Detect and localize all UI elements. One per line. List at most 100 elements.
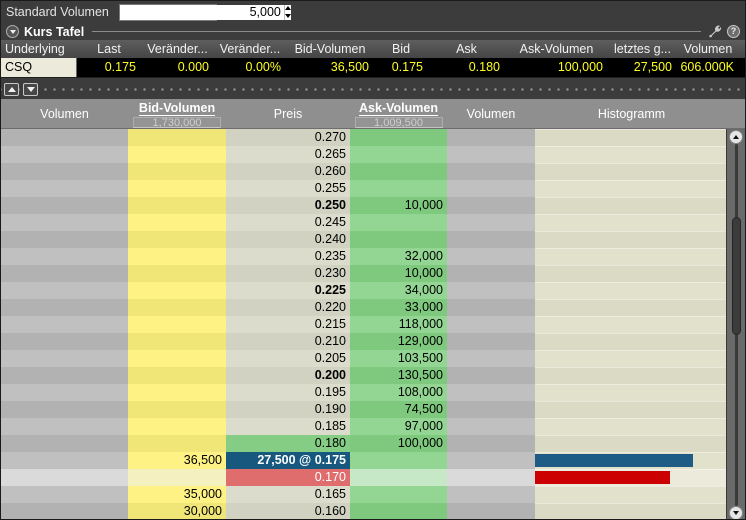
- ladder-price-cell[interactable]: 0.265: [226, 146, 350, 163]
- ladder-bid-volume-cell[interactable]: 36,500: [128, 452, 226, 469]
- ladder-bid-volume-cell[interactable]: [128, 163, 226, 180]
- ladder-ask-volume-cell[interactable]: 100,000: [350, 435, 447, 452]
- ladder-ask-volume-cell[interactable]: [350, 486, 447, 503]
- ladder-bid-volume-cell[interactable]: [128, 384, 226, 401]
- ladder-price-cell[interactable]: 0.195: [226, 384, 350, 401]
- ladder-ask-volume-cell[interactable]: [350, 452, 447, 469]
- ladder-ask-volume-cell[interactable]: 34,000: [350, 282, 447, 299]
- ladder-bid-volume-cell[interactable]: [128, 350, 226, 367]
- splitter-collapse-down-button[interactable]: [23, 83, 38, 96]
- ladder-ask-volume-cell[interactable]: [350, 163, 447, 180]
- ladder-ask-volume-cell[interactable]: 129,000: [350, 333, 447, 350]
- ladder-price-cell[interactable]: 0.240: [226, 231, 350, 248]
- splitter-bar[interactable]: [1, 80, 745, 99]
- underlying-cell: CSQ: [1, 58, 77, 77]
- ladder-price-cell[interactable]: 0.185: [226, 418, 350, 435]
- ladder-ask-volume-cell[interactable]: 32,000: [350, 248, 447, 265]
- ladder-bid-volume-cell[interactable]: 35,000: [128, 486, 226, 503]
- ladder-price-cell[interactable]: 0.270: [226, 129, 350, 146]
- ladder-ask-volume-cell[interactable]: [350, 180, 447, 197]
- ladder-price-cell[interactable]: 0.255: [226, 180, 350, 197]
- tools-wrench-icon[interactable]: [707, 24, 722, 39]
- ladder-price-cell[interactable]: 0.190: [226, 401, 350, 418]
- ladder-price-cell[interactable]: 0.260: [226, 163, 350, 180]
- ladder-bid-volume-cell[interactable]: [128, 129, 226, 146]
- ladder-price-cell[interactable]: 0.235: [226, 248, 350, 265]
- ladder-ask-volume-cell[interactable]: [350, 146, 447, 163]
- bid-volume-cell: 36,500: [286, 58, 374, 77]
- ladder-bid-volume-cell[interactable]: [128, 418, 226, 435]
- ladder-price-cell[interactable]: 0.245: [226, 214, 350, 231]
- ladder-ask-volume-cell[interactable]: 10,000: [350, 197, 447, 214]
- ladder-bid-volume-cell[interactable]: [128, 469, 226, 486]
- ladder-volume-cell-right: [447, 367, 535, 384]
- ladder-ask-volume-cell[interactable]: [350, 214, 447, 231]
- scrollbar-thumb[interactable]: [732, 217, 741, 335]
- panel-title: Kurs Tafel: [24, 25, 84, 39]
- ladder-ask-volume-cell[interactable]: [350, 503, 447, 520]
- ladder-volume-cell: [1, 316, 128, 333]
- quote-header-bid: Bid: [374, 40, 428, 58]
- ladder-histogram-cell: [535, 282, 728, 299]
- ladder-bid-volume-cell[interactable]: [128, 435, 226, 452]
- ask-volume-total: 1,009,500: [355, 117, 443, 128]
- ladder-ask-volume-cell[interactable]: [350, 469, 447, 486]
- ladder-bid-volume-cell[interactable]: [128, 401, 226, 418]
- standard-volume-label: Standard Volumen: [6, 5, 109, 19]
- ladder-bid-volume-cell[interactable]: 30,000: [128, 503, 226, 520]
- ladder-price-cell[interactable]: 0.205: [226, 350, 350, 367]
- quote-header-change-pct: Veränder...: [214, 40, 286, 58]
- ladder-body: 0.2700.2650.2600.2550.25010,0000.2450.24…: [1, 129, 728, 520]
- ladder-ask-volume-cell[interactable]: 118,000: [350, 316, 447, 333]
- ladder-bid-volume-cell[interactable]: [128, 146, 226, 163]
- ladder-bid-volume-cell[interactable]: [128, 197, 226, 214]
- ladder-bid-volume-cell[interactable]: [128, 282, 226, 299]
- ladder-volume-cell: [1, 350, 128, 367]
- ladder-bid-volume-cell[interactable]: [128, 265, 226, 282]
- scroll-up-button[interactable]: [729, 130, 743, 144]
- ladder-price-cell[interactable]: 0.200: [226, 367, 350, 384]
- ladder-price-cell[interactable]: 0.215: [226, 316, 350, 333]
- ladder-price-cell[interactable]: 27,500 @ 0.175: [226, 452, 350, 469]
- last-size-cell: 27,500: [608, 58, 677, 77]
- ladder-ask-volume-cell[interactable]: 33,000: [350, 299, 447, 316]
- ladder-bid-volume-cell[interactable]: [128, 214, 226, 231]
- ladder-price-cell[interactable]: 0.250: [226, 197, 350, 214]
- ladder-price-cell[interactable]: 0.180: [226, 435, 350, 452]
- change-pct-cell: 0.00%: [214, 58, 286, 77]
- ladder-price-cell[interactable]: 0.225: [226, 282, 350, 299]
- ladder-ask-volume-cell[interactable]: 74,500: [350, 401, 447, 418]
- scroll-down-button[interactable]: [729, 506, 743, 520]
- ladder-ask-volume-cell[interactable]: [350, 231, 447, 248]
- collapse-toggle-button[interactable]: [6, 25, 19, 38]
- ladder-bid-volume-cell[interactable]: [128, 367, 226, 384]
- scrollbar-track[interactable]: [726, 129, 745, 520]
- ladder-volume-cell: [1, 333, 128, 350]
- ladder-ask-volume-cell[interactable]: 130,500: [350, 367, 447, 384]
- ladder-row: 0.245: [1, 214, 728, 231]
- ladder-ask-volume-cell[interactable]: 103,500: [350, 350, 447, 367]
- ladder-price-cell[interactable]: 0.160: [226, 503, 350, 520]
- ladder-ask-volume-cell[interactable]: [350, 129, 447, 146]
- ladder-ask-volume-cell[interactable]: 108,000: [350, 384, 447, 401]
- splitter-collapse-up-button[interactable]: [4, 83, 19, 96]
- ladder-bid-volume-cell[interactable]: [128, 316, 226, 333]
- ladder-ask-volume-cell[interactable]: 10,000: [350, 265, 447, 282]
- ladder-bid-volume-cell[interactable]: [128, 299, 226, 316]
- volume-cell: 606.000K: [677, 58, 739, 77]
- ladder-price-cell[interactable]: 0.220: [226, 299, 350, 316]
- ladder-ask-volume-cell[interactable]: 97,000: [350, 418, 447, 435]
- ladder-price-cell[interactable]: 0.210: [226, 333, 350, 350]
- ladder-price-cell[interactable]: 0.165: [226, 486, 350, 503]
- ladder-price-cell[interactable]: 0.230: [226, 265, 350, 282]
- ladder-bid-volume-cell[interactable]: [128, 180, 226, 197]
- spinner-down-button[interactable]: [285, 12, 291, 20]
- ladder-price-cell[interactable]: 0.170: [226, 469, 350, 486]
- standard-volume-input[interactable]: [120, 5, 284, 20]
- ladder-bid-volume-cell[interactable]: [128, 333, 226, 350]
- help-icon[interactable]: ?: [726, 24, 741, 39]
- ladder-bid-volume-cell[interactable]: [128, 248, 226, 265]
- ladder-bid-volume-cell[interactable]: [128, 231, 226, 248]
- histogram-bar: [535, 454, 693, 467]
- spinner-up-button[interactable]: [285, 5, 291, 13]
